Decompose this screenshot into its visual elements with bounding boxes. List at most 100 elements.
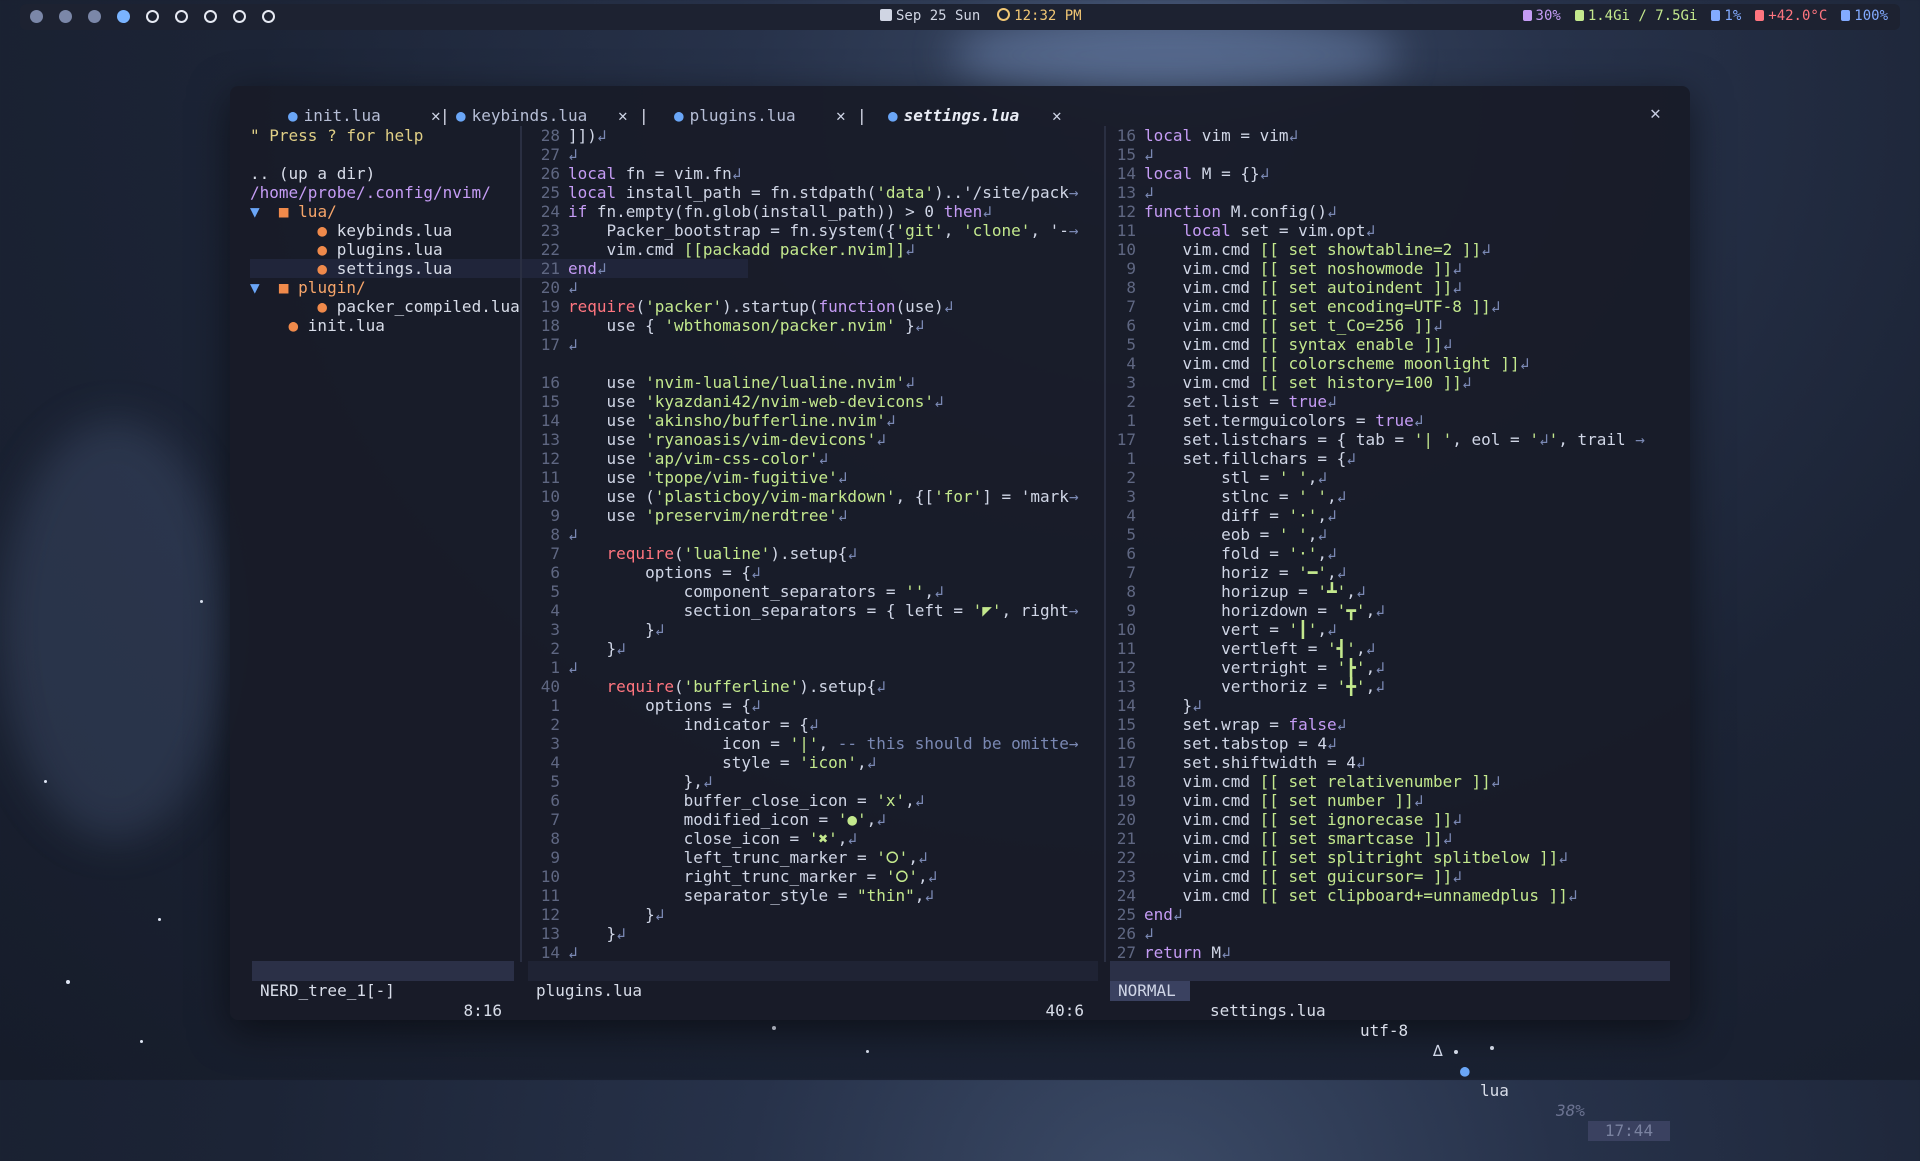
pane-divider[interactable] — [520, 126, 522, 962]
code-line[interactable]: 6 buffer_close_icon = 'x',↲ — [530, 791, 1082, 810]
code-line[interactable]: 13 ↲ — [1108, 183, 1668, 202]
code-line[interactable]: 27 ↲ — [530, 145, 1082, 164]
code-line[interactable]: 12 }↲ — [530, 905, 1082, 924]
tab-plugins-lua[interactable]: ● plugins.lua ✕ — [674, 106, 846, 125]
tab-close-icon[interactable]: ✕ — [836, 106, 846, 125]
code-line[interactable]: 18 use { 'wbthomason/packer.nvim' }↲ — [530, 316, 1082, 335]
code-line[interactable]: 7 require('lualine').setup{↲ — [530, 544, 1082, 563]
code-line[interactable]: 20 vim.cmd [[ set ignorecase ]]↲ — [1108, 810, 1668, 829]
expand-arrow-icon[interactable]: ▼ — [250, 202, 260, 221]
code-line[interactable]: 5 },↲ — [530, 772, 1082, 791]
code-line[interactable]: 5 vim.cmd [[ syntax enable ]]↲ — [1108, 335, 1668, 354]
code-line[interactable]: 3 }↲ — [530, 620, 1082, 639]
code-line[interactable]: 7 modified_icon = '●',↲ — [530, 810, 1082, 829]
code-line[interactable]: 15 ↲ — [1108, 145, 1668, 164]
code-line[interactable]: 26 ↲ — [1108, 924, 1668, 943]
code-line[interactable]: 8 vim.cmd [[ set autoindent ]]↲ — [1108, 278, 1668, 297]
code-line[interactable]: 19 require('packer').startup(function(use… — [530, 297, 1082, 316]
workspace-2-indicator[interactable] — [59, 10, 72, 23]
workspace-4-indicator[interactable] — [117, 10, 130, 23]
code-line[interactable]: 21 vim.cmd [[ set smartcase ]]↲ — [1108, 829, 1668, 848]
code-line[interactable]: 25 end↲ — [1108, 905, 1668, 924]
workspace-7-indicator[interactable] — [204, 10, 217, 23]
plugins-lua-pane[interactable]: 28]])↲ 27 ↲ 26 local fn = vim.fn↲ 25 local ins… — [530, 126, 1082, 962]
code-line[interactable]: 5 component_separators = '',↲ — [530, 582, 1082, 601]
code-line[interactable]: 12 use 'ap/vim-css-color'↲ — [530, 449, 1082, 468]
tab-keybinds-lua[interactable]: ● keybinds.lua ✕ — [456, 106, 628, 125]
code-line[interactable]: 13 }↲ — [530, 924, 1082, 943]
code-line[interactable]: 3 vim.cmd [[ set history=100 ]]↲ — [1108, 373, 1668, 392]
code-line[interactable]: 10 use ('plasticboy/vim-markdown', {['fo… — [530, 487, 1082, 506]
code-line[interactable]: 11 local set = vim.opt↲ — [1108, 221, 1668, 240]
code-line[interactable]: 40 require('bufferline').setup{↲ — [530, 677, 1082, 696]
settings-lua-pane[interactable]: 16 local vim = vim↲ 15 ↲ 14 local M = {}↲ 13 ↲ 1… — [1108, 126, 1668, 962]
code-line[interactable]: 7 vim.cmd [[ set encoding=UTF-8 ]]↲ — [1108, 297, 1668, 316]
code-line[interactable] — [530, 354, 1082, 373]
code-line[interactable]: 28]])↲ — [530, 126, 1082, 145]
code-line[interactable]: 2 indicator = {↲ — [530, 715, 1082, 734]
window-close-icon[interactable]: ✕ — [1650, 103, 1661, 124]
code-line[interactable]: 27 return M↲ — [1108, 943, 1668, 962]
workspace-9-indicator[interactable] — [262, 10, 275, 23]
code-line[interactable]: 22 vim.cmd [[packadd packer.nvim]]↲ — [530, 240, 1082, 259]
code-line[interactable]: 26 local fn = vim.fn↲ — [530, 164, 1082, 183]
code-line[interactable]: 10 vert = '┃',↲ — [1108, 620, 1668, 639]
code-line[interactable]: 1 set.fillchars = {↲ — [1108, 449, 1668, 468]
tab-init-lua[interactable]: ● init.lua ✕ — [288, 106, 441, 125]
code-line[interactable]: 17 ↲ — [530, 335, 1082, 354]
code-line[interactable]: 2 }↲ — [530, 639, 1082, 658]
code-line[interactable]: 25 local install_path = fn.stdpath('data'… — [530, 183, 1082, 202]
code-line[interactable]: 10 vim.cmd [[ set showtabline=2 ]]↲ — [1108, 240, 1668, 259]
code-line[interactable]: 7 horiz = '━',↲ — [1108, 563, 1668, 582]
code-line[interactable]: 9 use 'preservim/nerdtree'↲ — [530, 506, 1082, 525]
expand-arrow-icon[interactable]: ▼ — [250, 278, 260, 297]
code-line[interactable]: 14 ↲ — [530, 943, 1082, 962]
code-line[interactable]: 16 set.tabstop = 4↲ — [1108, 734, 1668, 753]
code-line[interactable]: 12 vertright = '┣',↲ — [1108, 658, 1668, 677]
code-line[interactable]: 17 set.listchars = { tab = '| ', eol = '… — [1108, 430, 1668, 449]
code-line[interactable]: 6 options = {↲ — [530, 563, 1082, 582]
workspace-6-indicator[interactable] — [175, 10, 188, 23]
workspace-1-indicator[interactable] — [30, 10, 43, 23]
code-line[interactable]: 15 set.wrap = false↲ — [1108, 715, 1668, 734]
code-line[interactable]: 4 diff = '·',↲ — [1108, 506, 1668, 525]
tab-close-icon[interactable]: ✕ — [618, 106, 628, 125]
code-line[interactable]: 4 section_separators = { left = '◤', rig… — [530, 601, 1082, 620]
code-line[interactable]: 23 vim.cmd [[ set guicursor= ]]↲ — [1108, 867, 1668, 886]
code-line[interactable]: 8 close_icon = '✖',↲ — [530, 829, 1082, 848]
code-line[interactable]: 14 use 'akinsho/bufferline.nvim'↲ — [530, 411, 1082, 430]
code-line[interactable]: 24 vim.cmd [[ set clipboard+=unnamedplus… — [1108, 886, 1668, 905]
code-line[interactable]: 14 local M = {}↲ — [1108, 164, 1668, 183]
code-line[interactable]: 17 set.shiftwidth = 4↲ — [1108, 753, 1668, 772]
code-line[interactable]: 9 left_trunc_marker = '⭘',↲ — [530, 848, 1082, 867]
code-line[interactable]: 12 function M.config()↲ — [1108, 202, 1668, 221]
code-line[interactable]: 18 vim.cmd [[ set relativenumber ]]↲ — [1108, 772, 1668, 791]
code-line[interactable]: 8 ↲ — [530, 525, 1082, 544]
code-line[interactable]: 4 vim.cmd [[ colorscheme moonlight ]]↲ — [1108, 354, 1668, 373]
code-line[interactable]: 5 eob = ' ',↲ — [1108, 525, 1668, 544]
code-line[interactable]: 3 stlnc = ' ',↲ — [1108, 487, 1668, 506]
code-line[interactable]: 4 style = 'icon',↲ — [530, 753, 1082, 772]
code-line[interactable]: 6 fold = '·',↲ — [1108, 544, 1668, 563]
workspace-5-indicator[interactable] — [146, 10, 159, 23]
code-line[interactable]: 11 separator_style = "thin",↲ — [530, 886, 1082, 905]
code-line[interactable]: 3 icon = '|', -- this should be omitte→ — [530, 734, 1082, 753]
code-line[interactable]: 1 options = {↲ — [530, 696, 1082, 715]
code-line[interactable]: 11 use 'tpope/vim-fugitive'↲ — [530, 468, 1082, 487]
code-line[interactable]: 1 set.termguicolors = true↲ — [1108, 411, 1668, 430]
code-line[interactable]: 9 horizdown = '┳',↲ — [1108, 601, 1668, 620]
code-line[interactable]: 6 vim.cmd [[ set t_Co=256 ]]↲ — [1108, 316, 1668, 335]
code-line[interactable]: 1 ↲ — [530, 658, 1082, 677]
code-line[interactable]: 16 use 'nvim-lualine/lualine.nvim'↲ — [530, 373, 1082, 392]
code-line[interactable]: 19 vim.cmd [[ set number ]]↲ — [1108, 791, 1668, 810]
code-line[interactable]: 9 vim.cmd [[ set noshowmode ]]↲ — [1108, 259, 1668, 278]
pane-divider[interactable] — [1104, 126, 1106, 962]
code-line[interactable]: 22 vim.cmd [[ set splitright splitbelow … — [1108, 848, 1668, 867]
tab-settings-lua[interactable]: ● settings.lua ✕ — [888, 106, 1062, 125]
code-line[interactable]: 21 end↲ — [530, 259, 1082, 278]
code-line[interactable]: 20 ↲ — [530, 278, 1082, 297]
code-line[interactable]: 23 Packer_bootstrap = fn.system({'git', … — [530, 221, 1082, 240]
code-line[interactable]: 16 local vim = vim↲ — [1108, 126, 1668, 145]
code-line[interactable]: 14 }↲ — [1108, 696, 1668, 715]
code-line[interactable]: 24 if fn.empty(fn.glob(install_path)) > 0… — [530, 202, 1082, 221]
